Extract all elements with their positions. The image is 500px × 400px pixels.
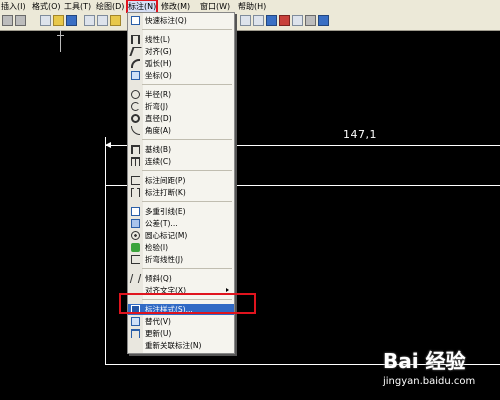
menu-item-aligned[interactable]: 对齐(G) — [128, 46, 234, 57]
menu-dimension[interactable]: 标注(N) — [125, 0, 159, 14]
menu-item-linear[interactable]: 线性(L) — [128, 34, 234, 45]
menu-item-diameter[interactable]: 直径(D) — [128, 113, 234, 124]
properties-icon[interactable] — [240, 15, 251, 26]
menu-item-continue[interactable]: 连续(C) — [128, 156, 234, 167]
radius-icon — [131, 90, 140, 99]
dimension-arrow-icon — [105, 142, 111, 148]
override-icon — [131, 317, 140, 326]
toolbar — [0, 13, 500, 31]
angular-icon — [131, 126, 140, 135]
menu-item-override[interactable]: 替代(V) — [128, 316, 234, 327]
menu-item-multileader[interactable]: 多重引线(E) — [128, 206, 234, 217]
menu-separator — [142, 170, 232, 171]
multileader-icon — [131, 207, 140, 216]
diameter-icon — [131, 114, 140, 123]
menu-item-ordinate[interactable]: 坐标(O) — [128, 70, 234, 81]
menu-item-tolerance[interactable]: 公差(T)... — [128, 218, 234, 229]
menu-separator — [142, 29, 232, 30]
menu-item-quick-dimension[interactable]: 快速标注(Q) — [128, 15, 234, 26]
menu-item-radius[interactable]: 半径(R) — [128, 89, 234, 100]
menu-item-angular[interactable]: 角度(A) — [128, 125, 234, 136]
menu-separator — [142, 201, 232, 202]
help-icon[interactable] — [318, 15, 329, 26]
menu-insert[interactable]: 插入(I) — [1, 1, 26, 12]
preview-icon[interactable] — [97, 15, 108, 26]
center-mark-icon — [131, 231, 140, 240]
ordinate-icon — [131, 71, 140, 80]
toolbar-grid2-icon[interactable] — [15, 15, 26, 26]
save-icon[interactable] — [66, 15, 77, 26]
dimension-value: 147,1 — [343, 128, 377, 141]
menu-draw[interactable]: 绘图(D) — [96, 1, 124, 12]
sheet-set-icon[interactable] — [279, 15, 290, 26]
menu-separator — [142, 139, 232, 140]
update-icon — [131, 329, 140, 338]
calculator-icon[interactable] — [305, 15, 316, 26]
linear-icon — [131, 35, 140, 44]
continue-icon — [131, 157, 140, 166]
publish-icon[interactable] — [110, 15, 121, 26]
open-folder-icon[interactable] — [53, 15, 64, 26]
menu-modify[interactable]: 修改(M) — [161, 1, 190, 12]
menu-help[interactable]: 帮助(H) — [238, 1, 266, 12]
menu-separator — [142, 84, 232, 85]
menu-format[interactable]: 格式(O) — [32, 1, 61, 12]
tolerance-icon — [131, 219, 140, 228]
print-icon[interactable] — [84, 15, 95, 26]
toolbar-grid-icon[interactable] — [2, 15, 13, 26]
highlight-annotation-box — [119, 293, 256, 314]
menu-item-dimension-space[interactable]: 标注间距(P) — [128, 175, 234, 186]
crosshair-cursor-icon — [57, 30, 64, 52]
watermark-brand: Bai 经验 — [383, 349, 466, 373]
menu-separator — [142, 268, 232, 269]
jogged-icon — [131, 102, 140, 111]
menu-tools[interactable]: 工具(T) — [64, 1, 91, 12]
menu-window[interactable]: 窗口(W) — [200, 1, 230, 12]
menu-item-dimension-break[interactable]: 标注打断(K) — [128, 187, 234, 198]
menu-bar: 插入(I) 格式(O) 工具(T) 绘图(D) 标注(N) 修改(M) 窗口(W… — [0, 0, 500, 14]
quick-dimension-icon — [131, 16, 140, 25]
dimension-space-icon — [131, 176, 140, 185]
inspection-icon — [131, 243, 140, 252]
menu-item-update[interactable]: 更新(U) — [128, 328, 234, 339]
menu-item-jogged-linear[interactable]: 折弯线性(J) — [128, 254, 234, 265]
menu-item-jogged[interactable]: 折弯(J) — [128, 101, 234, 112]
menu-item-inspection[interactable]: 检验(I) — [128, 242, 234, 253]
submenu-arrow-icon — [226, 288, 229, 292]
tool-palette-icon[interactable] — [266, 15, 277, 26]
baseline-icon — [131, 145, 140, 154]
menu-item-arc-length[interactable]: 弧长(H) — [128, 58, 234, 69]
menu-item-center-mark[interactable]: 圆心标记(M) — [128, 230, 234, 241]
watermark-url: jingyan.baidu.com — [383, 376, 476, 387]
design-center-icon[interactable] — [253, 15, 264, 26]
menu-item-baseline[interactable]: 基线(B) — [128, 144, 234, 155]
new-file-icon[interactable] — [40, 15, 51, 26]
menu-item-oblique[interactable]: 倾斜(Q) — [128, 273, 234, 284]
oblique-icon — [129, 274, 142, 283]
drawing-line-left — [105, 185, 106, 365]
jogged-linear-icon — [131, 255, 140, 264]
dimension-break-icon — [131, 188, 140, 197]
watermark: Bai 经验 jingyan.baidu.com — [383, 343, 498, 395]
arc-length-icon — [131, 59, 140, 68]
menu-item-reassociate[interactable]: 重新关联标注(N) — [128, 340, 234, 351]
aligned-icon — [129, 47, 142, 56]
markup-icon[interactable] — [292, 15, 303, 26]
